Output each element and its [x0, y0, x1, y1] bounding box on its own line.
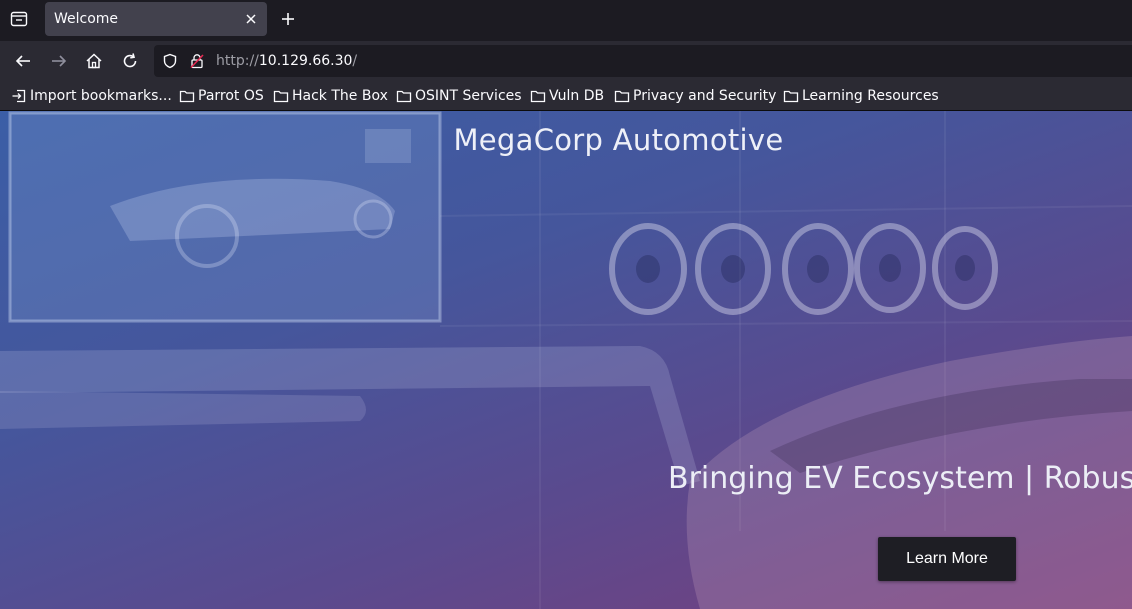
- navigation-toolbar: http://10.129.66.30/: [0, 41, 1132, 81]
- tab-list-button[interactable]: [7, 8, 31, 30]
- url-host: 10.129.66.30: [258, 53, 353, 69]
- reload-button[interactable]: [120, 51, 140, 71]
- hero-section: MegaCorp Automotive Bringing EV Ecosyste…: [0, 111, 1132, 609]
- brand-title: MegaCorp Automotive: [453, 123, 784, 157]
- folder-icon: [273, 90, 289, 103]
- bookmark-folder-parrot-os[interactable]: Parrot OS: [179, 87, 264, 105]
- tracking-protection-shield-icon[interactable]: [162, 53, 178, 69]
- import-icon: [12, 89, 26, 103]
- back-button[interactable]: [13, 51, 33, 71]
- bookmark-folder-osint-services[interactable]: OSINT Services: [396, 87, 522, 105]
- url-text[interactable]: http://10.129.66.30/: [216, 53, 357, 69]
- bookmark-label: Hack The Box: [292, 88, 388, 104]
- bookmark-label: Learning Resources: [802, 88, 939, 104]
- insecure-lock-icon[interactable]: [189, 53, 205, 69]
- folder-icon: [614, 90, 630, 103]
- reload-icon: [123, 53, 137, 68]
- tab-title: Welcome: [54, 11, 119, 27]
- folder-icon: [396, 90, 412, 103]
- close-icon[interactable]: [245, 13, 257, 25]
- showroom-background-image: [0, 111, 1132, 609]
- new-tab-icon[interactable]: [279, 10, 297, 28]
- forward-arrow-icon: [52, 55, 67, 67]
- bookmark-folder-privacy-and-security[interactable]: Privacy and Security: [614, 87, 776, 105]
- url-path: /: [352, 53, 358, 69]
- forward-button[interactable]: [49, 51, 69, 71]
- bookmark-import[interactable]: Import bookmarks...: [11, 87, 172, 105]
- bookmark-label: Privacy and Security: [633, 88, 777, 104]
- bookmark-label: Import bookmarks...: [30, 88, 172, 104]
- tab-list-icon: [10, 11, 28, 27]
- browser-tab[interactable]: Welcome: [45, 2, 267, 36]
- folder-icon: [179, 90, 195, 103]
- address-bar[interactable]: http://10.129.66.30/: [154, 45, 1132, 77]
- folder-icon: [783, 90, 799, 103]
- bookmark-label: Parrot OS: [198, 88, 264, 104]
- bookmark-folder-learning-resources[interactable]: Learning Resources: [783, 87, 939, 105]
- bookmark-folder-hack-the-box[interactable]: Hack The Box: [273, 87, 388, 105]
- bookmark-label: OSINT Services: [415, 88, 522, 104]
- home-icon: [86, 53, 102, 69]
- learn-more-button[interactable]: Learn More: [878, 537, 1016, 581]
- folder-icon: [530, 90, 546, 103]
- tab-strip: Welcome: [0, 0, 1132, 41]
- bookmark-folder-vuln-db[interactable]: Vuln DB: [530, 87, 604, 105]
- bookmarks-toolbar: Import bookmarks... Parrot OS Hack The B…: [0, 81, 1132, 111]
- hero-tagline: Bringing EV Ecosystem | Robust I: [668, 461, 1132, 496]
- bookmark-label: Vuln DB: [549, 88, 605, 104]
- url-scheme: http://: [216, 53, 259, 69]
- back-arrow-icon: [15, 55, 30, 67]
- home-button[interactable]: [84, 51, 104, 71]
